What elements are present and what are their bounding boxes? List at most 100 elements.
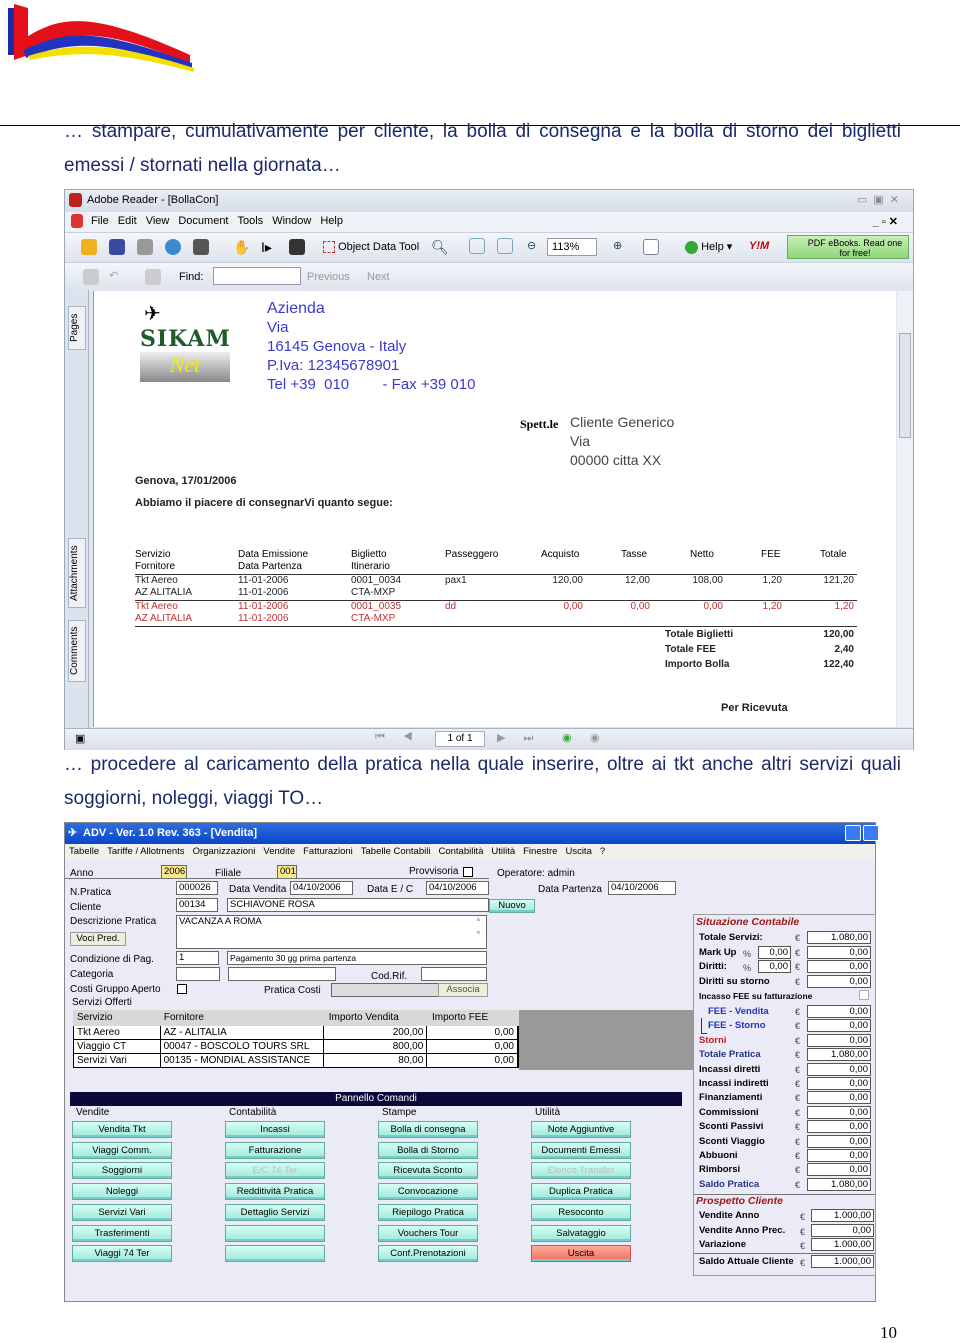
hand-tool-icon[interactable]: ✋ <box>233 239 250 255</box>
pratica-costi-field[interactable] <box>331 983 439 997</box>
prospetto-value[interactable]: 1.000,00 <box>811 1238 874 1252</box>
menu-item[interactable]: Fatturazioni <box>303 846 353 857</box>
yahoo-icon[interactable]: Y!M <box>749 240 769 252</box>
copy-icon[interactable] <box>145 269 161 285</box>
page-indicator[interactable]: 1 of 1 <box>435 731 485 747</box>
documenti-emessi-button[interactable]: Documenti Emessi <box>531 1141 631 1159</box>
situazione-value[interactable]: 0,00 <box>807 1105 871 1119</box>
menu-item[interactable]: Tabelle Contabili <box>361 846 431 857</box>
dettaglio-servizi-button[interactable]: Dettaglio Servizi <box>225 1203 325 1221</box>
associa-button[interactable]: Associa <box>438 983 488 997</box>
empty-button[interactable] <box>225 1245 325 1263</box>
cliente-code-field[interactable]: 00134 <box>176 898 218 912</box>
categoria-desc-field[interactable] <box>228 967 336 981</box>
situazione-value[interactable]: 0,00 <box>807 1120 871 1134</box>
menu-item[interactable]: Tabelle <box>69 846 99 857</box>
data-partenza-field[interactable]: 04/10/2006 <box>608 881 676 895</box>
menu-tools[interactable]: Tools <box>238 215 264 227</box>
bolla-di-storno-button[interactable]: Bolla di Storno <box>378 1141 478 1159</box>
menu-item[interactable]: Utilità <box>491 846 515 857</box>
redditivit-pratica-button[interactable]: Redditività Pratica <box>225 1183 325 1201</box>
menu-view[interactable]: View <box>146 215 170 227</box>
menu-item[interactable]: Vendite <box>263 846 295 857</box>
page-layout-icon[interactable]: ▣ <box>75 732 85 745</box>
empty-button[interactable] <box>225 1224 325 1242</box>
menu-document[interactable]: Document <box>178 215 228 227</box>
help-button[interactable]: Help ▾ <box>685 240 732 254</box>
costi-gruppo-checkbox[interactable] <box>177 984 187 994</box>
provvisoria-checkbox[interactable] <box>463 867 473 877</box>
doc-window-controls[interactable]: _ ▫ ✕ <box>873 215 898 228</box>
find-input[interactable] <box>213 267 301 285</box>
conf-prenotazioni-button[interactable]: Conf.Prenotazioni <box>378 1245 478 1263</box>
spellcheck-icon[interactable] <box>83 269 99 285</box>
situazione-value[interactable]: 0,00 <box>807 974 871 988</box>
descrizione-field[interactable]: VACANZA A ROMA <box>176 915 487 949</box>
menu-item[interactable]: Uscita <box>565 846 591 857</box>
vendita-tkt-button[interactable]: Vendita Tkt <box>72 1121 172 1138</box>
object-data-tool-button[interactable]: Object Data Tool <box>323 241 419 254</box>
viaggi-comm-button[interactable]: Viaggi Comm. <box>72 1141 172 1159</box>
services-row[interactable]: Viaggio CT 00047 - BOSCOLO TOURS SRL 800,0… <box>73 1040 519 1054</box>
note-aggiuntive-button[interactable]: Note Aggiuntive <box>531 1121 631 1138</box>
zoom-in-tool-icon[interactable]: 🔍︎ <box>431 239 449 255</box>
situazione-value[interactable]: 0,00 <box>807 1091 871 1105</box>
open-icon[interactable] <box>81 239 97 255</box>
print-icon[interactable] <box>137 239 153 255</box>
menu-window[interactable]: Window <box>272 215 311 227</box>
menu-item[interactable]: Finestre <box>523 846 557 857</box>
binoculars-icon[interactable] <box>193 239 209 255</box>
situazione-value[interactable]: 1.080,00 <box>807 1177 871 1191</box>
find-previous-button[interactable]: Previous <box>307 271 350 283</box>
prospetto-value[interactable]: 1.000,00 <box>811 1209 874 1223</box>
situazione-value[interactable]: 0,00 <box>807 1163 871 1177</box>
pdf-ebooks-promo[interactable]: PDF eBooks. Read one for free! <box>787 235 909 259</box>
situazione-value[interactable]: 1.080,00 <box>807 1048 871 1062</box>
services-row[interactable]: Tkt Aereo AZ - ALITALIA 200,00 0,00 <box>73 1026 519 1040</box>
anno-field[interactable]: 2006 <box>161 865 187 879</box>
convocazione-button[interactable]: Convocazione <box>378 1183 478 1201</box>
situazione-value[interactable]: 1.080,00 <box>807 931 871 944</box>
data-vendita-field[interactable]: 04/10/2006 <box>290 881 353 895</box>
window-controls[interactable]: ▭▣✕ <box>857 193 905 206</box>
menu-file[interactable]: File <box>91 215 109 227</box>
pages-options-icon[interactable] <box>643 239 659 255</box>
soggiorni-button[interactable]: Soggiorni <box>72 1162 172 1180</box>
filiale-field[interactable]: 001 <box>277 865 297 879</box>
nav-next-last-icons[interactable]: ▶⏭ <box>497 731 551 745</box>
zoom-out-icon[interactable]: ⊖ <box>527 239 536 252</box>
noleggi-button[interactable]: Noleggi <box>72 1183 172 1201</box>
menu-item[interactable]: Organizzazioni <box>193 846 256 857</box>
incassi-button[interactable]: Incassi <box>225 1121 325 1138</box>
percent-field[interactable]: 0,00 <box>758 945 791 959</box>
duplica-pratica-button[interactable]: Duplica Pratica <box>531 1183 631 1201</box>
situazione-value[interactable]: 0,00 <box>807 1019 871 1033</box>
situazione-value[interactable]: 0,00 <box>807 945 871 959</box>
restore-button[interactable] <box>863 825 879 841</box>
vertical-scrollbar[interactable] <box>897 291 913 727</box>
situazione-value[interactable]: 0,00 <box>807 1062 871 1076</box>
fatturazione-button[interactable]: Fatturazione <box>225 1141 325 1159</box>
go-back-icon[interactable]: ◉ <box>562 731 572 744</box>
servizi-vari-button[interactable]: Servizi Vari <box>72 1203 172 1221</box>
prospetto-value[interactable]: 0,00 <box>811 1223 874 1237</box>
voci-pred-button[interactable]: Voci Pred. <box>70 932 126 946</box>
percent-field[interactable]: 0,00 <box>758 960 791 973</box>
ricevuta-sconto-button[interactable]: Ricevuta Sconto <box>378 1162 478 1180</box>
incasso-fee-checkbox[interactable] <box>859 990 869 1000</box>
email-icon[interactable] <box>165 239 181 255</box>
condizione-code-field[interactable]: 1 <box>176 951 219 965</box>
nuovo-button[interactable]: Nuovo <box>489 899 535 913</box>
tab-comments[interactable]: Comments <box>68 620 86 682</box>
situazione-value[interactable]: 0,00 <box>807 960 871 973</box>
cod-rif-field[interactable] <box>421 967 487 981</box>
fit-page-icon[interactable] <box>469 238 485 254</box>
npratica-field[interactable]: 000026 <box>176 881 218 895</box>
go-forward-icon[interactable]: ◉ <box>590 731 600 744</box>
vouchers-tour-button[interactable]: Vouchers Tour <box>378 1224 478 1242</box>
find-next-button[interactable]: Next <box>367 271 390 283</box>
cliente-name-field[interactable]: SCHIAVONE ROSA <box>227 898 489 912</box>
condizione-text-field[interactable]: Pagamento 30 gg prima partenza <box>227 951 487 965</box>
situazione-value[interactable]: 0,00 <box>807 1134 871 1148</box>
bolla-di-consegna-button[interactable]: Bolla di consegna <box>378 1121 478 1138</box>
